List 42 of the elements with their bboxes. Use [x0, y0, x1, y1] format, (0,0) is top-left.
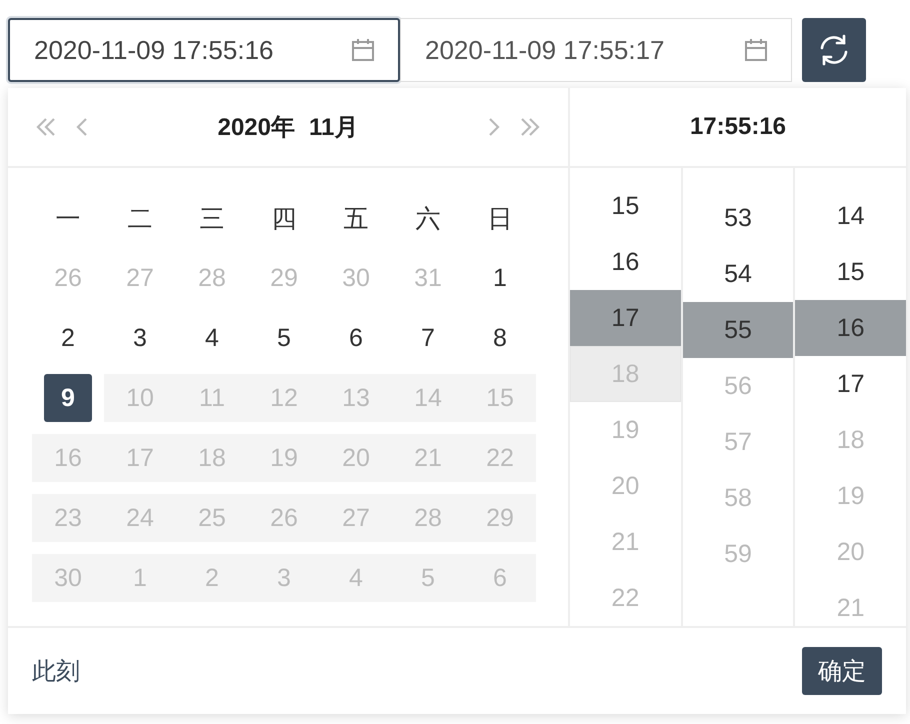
- weekday-label: 三: [198, 204, 226, 234]
- now-link[interactable]: 此刻: [32, 655, 80, 687]
- day-cell[interactable]: 30: [320, 254, 392, 302]
- date-time-field[interactable]: 2020-11-09 17:55:17: [400, 18, 792, 82]
- time-title: 17:55:16: [570, 88, 906, 168]
- time-option[interactable]: 17: [795, 356, 906, 412]
- day-cell[interactable]: 8: [464, 314, 536, 362]
- year-label[interactable]: 2020年: [218, 111, 295, 143]
- time-option[interactable]: 16: [795, 300, 906, 356]
- time-option[interactable]: 54: [682, 246, 794, 302]
- day-cell[interactable]: 1: [464, 254, 536, 302]
- day-cell[interactable]: 4: [176, 314, 248, 362]
- day-cell[interactable]: 5: [248, 314, 320, 362]
- day-cell[interactable]: 28: [176, 254, 248, 302]
- time-option[interactable]: 55: [682, 302, 794, 358]
- day-cell[interactable]: 26: [32, 254, 104, 302]
- weekday-label: 二: [126, 204, 154, 234]
- weekday-label: 四: [270, 204, 298, 234]
- refresh-button[interactable]: [802, 18, 866, 82]
- time-option[interactable]: 17: [570, 290, 681, 346]
- calendar-icon: [350, 37, 376, 63]
- day-cell[interactable]: 3: [104, 314, 176, 362]
- weekday-label: 一: [54, 204, 82, 234]
- calendar-icon: [743, 37, 769, 63]
- weekday-label: 六: [414, 204, 442, 234]
- time-option[interactable]: 53: [682, 190, 794, 246]
- date-time-field[interactable]: 2020-11-09 17:55:16: [8, 18, 400, 82]
- day-cell[interactable]: 31: [392, 254, 464, 302]
- day-cell[interactable]: 27: [104, 254, 176, 302]
- confirm-button[interactable]: 确定: [802, 647, 882, 695]
- month-label[interactable]: 11月: [309, 111, 358, 143]
- time-option[interactable]: 16: [570, 234, 681, 290]
- weekday-label: 五: [342, 204, 370, 234]
- day-cell[interactable]: 2: [32, 314, 104, 362]
- time-option[interactable]: 14: [795, 188, 906, 244]
- day-cell[interactable]: 9: [44, 374, 92, 422]
- day-cell[interactable]: 7: [392, 314, 464, 362]
- time-option[interactable]: 15: [795, 244, 906, 300]
- day-cell[interactable]: 29: [248, 254, 320, 302]
- day-cell[interactable]: 6: [320, 314, 392, 362]
- weekday-label: 日: [486, 204, 514, 234]
- time-option[interactable]: 15: [570, 178, 681, 234]
